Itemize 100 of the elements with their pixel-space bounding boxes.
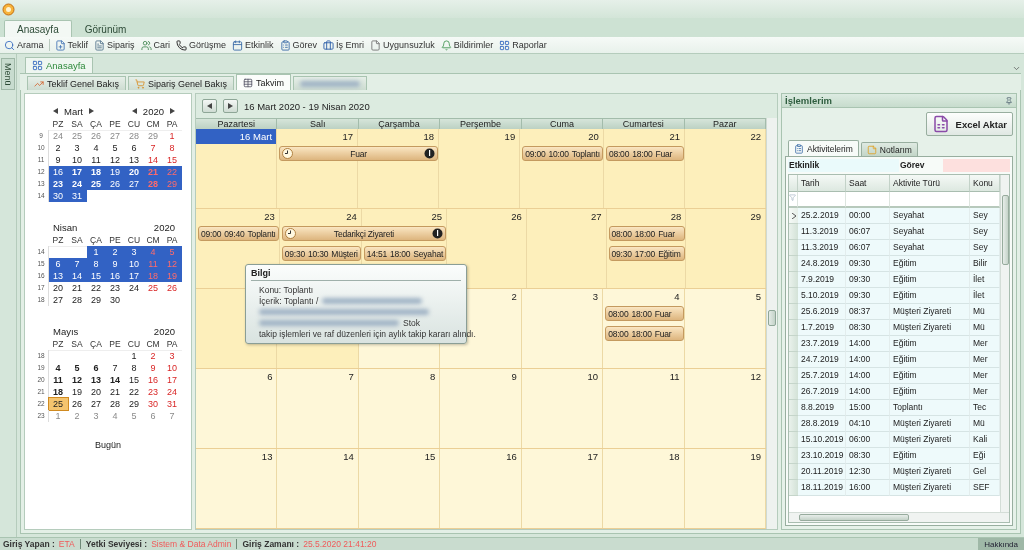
menu-tab[interactable]: Menü	[1, 58, 15, 90]
calendar-day[interactable]: 23	[143, 386, 163, 398]
calendar-day[interactable]: 6	[124, 142, 144, 154]
calendar-day[interactable]: 8	[162, 142, 182, 154]
pin-icon[interactable]	[1005, 96, 1013, 105]
right-arrow-icon[interactable]	[228, 103, 233, 109]
calendar-day[interactable]: 5	[67, 362, 87, 374]
calendar-day[interactable]: 21	[67, 282, 87, 294]
column-header[interactable]: Aktivite Türü	[890, 175, 970, 192]
view-tab[interactable]: Sipariş Genel Bakış	[128, 76, 235, 90]
dropdown-icon[interactable]	[1012, 64, 1021, 73]
calendar-day[interactable]: 19	[67, 386, 87, 398]
next-button[interactable]	[223, 99, 238, 113]
left-arrow-icon[interactable]	[207, 103, 212, 109]
calendar-day[interactable]: 22	[124, 386, 144, 398]
ribbon-tab[interactable]: Görünüm	[71, 20, 140, 37]
calendar-day[interactable]: 30	[105, 294, 125, 306]
calendar-day[interactable]: 21	[105, 386, 125, 398]
calendar-day[interactable]: 26	[67, 398, 87, 410]
calendar-day[interactable]: 14	[143, 154, 163, 166]
toolbar-button[interactable]: Uygunsuzluk	[369, 39, 436, 51]
calendar-day[interactable]: 12	[67, 374, 87, 386]
calendar-day[interactable]: 1	[48, 410, 68, 422]
calendar-event[interactable]: 08:00 18:00 Fuar	[608, 226, 686, 241]
about-button[interactable]: Hakkında	[978, 538, 1024, 550]
calendar-day[interactable]: 14	[105, 374, 125, 386]
calendar-day[interactable]: 27	[48, 294, 68, 306]
row-selector[interactable]	[789, 208, 798, 224]
calendar-day[interactable]: 6	[143, 410, 163, 422]
calendar-day[interactable]: 6	[86, 362, 106, 374]
ribbon-tab[interactable]: Anasayfa	[4, 20, 72, 37]
calendar-day[interactable]: 2	[143, 350, 163, 362]
calendar-event[interactable]: 09:00 09:40 Toplantı	[198, 226, 279, 241]
toolbar-button[interactable]: Etkinlik	[231, 39, 275, 51]
calendar-day[interactable]: 5	[105, 142, 125, 154]
calendar-event[interactable]: Fuar	[279, 146, 439, 161]
app-logo-icon[interactable]	[2, 2, 15, 16]
calendar-day[interactable]: 25	[48, 398, 68, 410]
calendar-day[interactable]: 4	[105, 410, 125, 422]
next-month-icon[interactable]	[89, 108, 94, 114]
document-tab[interactable]: Anasayfa	[25, 57, 93, 73]
calendar-day[interactable]: 11	[86, 154, 106, 166]
calendar-day[interactable]: 5	[124, 410, 144, 422]
calendar-event[interactable]: Tedarikçi Ziyareti	[281, 226, 447, 241]
column-header[interactable]: Tarih	[798, 175, 846, 192]
toolbar-button[interactable]: Raporlar	[498, 39, 548, 51]
calendar-day[interactable]: 1	[162, 130, 182, 142]
export-button[interactable]: Excel Aktar	[925, 112, 1013, 136]
previous-button[interactable]	[202, 99, 217, 113]
calendar-day[interactable]: 13	[124, 154, 144, 166]
calendar-day[interactable]: 2	[48, 142, 68, 154]
blurred-tab[interactable]	[293, 76, 368, 90]
calendar-day[interactable]: 30	[143, 398, 163, 410]
calendar-day[interactable]: 28	[124, 130, 144, 142]
calendar-day[interactable]: 24	[48, 130, 68, 142]
calendar-day[interactable]: 25	[67, 130, 87, 142]
calendar-day[interactable]: 26	[162, 282, 182, 294]
calendar-day[interactable]: 29	[86, 294, 106, 306]
calendar-day[interactable]: 7	[162, 410, 182, 422]
filter-cell[interactable]	[970, 192, 1000, 208]
calendar-event[interactable]: 08:00 18:00 Fuar	[605, 146, 684, 161]
column-header[interactable]: Saat	[846, 175, 890, 192]
calendar-day[interactable]: 13	[86, 374, 106, 386]
calendar-day[interactable]: 2	[67, 410, 87, 422]
calendar-day[interactable]: 17	[162, 374, 182, 386]
calendar-day[interactable]: 10	[67, 154, 87, 166]
calendar-day[interactable]: 3	[162, 350, 182, 362]
calendar-event[interactable]: 08:00 18:00 Fuar	[605, 306, 684, 321]
toolbar-button[interactable]: Cari	[139, 39, 172, 51]
calendar-day[interactable]: 24	[124, 282, 144, 294]
calendar-event[interactable]: 09:30 17:00 Eğitim	[608, 246, 686, 261]
calendar-day[interactable]: 20	[86, 386, 106, 398]
toolbar-button[interactable]: İş Emri	[322, 39, 366, 51]
previous-year-icon[interactable]	[131, 108, 137, 114]
toolbar-button[interactable]: Bildirimler	[439, 39, 495, 51]
calendar-day[interactable]: 18	[48, 386, 68, 398]
calendar-event[interactable]: 14:51 18:00 Seyahat	[363, 246, 447, 261]
view-tab[interactable]: Teklif Genel Bakış	[27, 76, 127, 90]
calendar-day[interactable]: 23	[105, 282, 125, 294]
filter-cell[interactable]	[798, 192, 846, 208]
calendar-day[interactable]: 4	[86, 142, 106, 154]
calendar-day[interactable]: 3	[86, 410, 106, 422]
calendar-day[interactable]: 1	[124, 350, 144, 362]
calendar-day[interactable]: 11	[48, 374, 68, 386]
calendar-day[interactable]: 22	[86, 282, 106, 294]
calendar-day[interactable]: 27	[86, 398, 106, 410]
calendar-day[interactable]: 28	[105, 398, 125, 410]
toolbar-button[interactable]: Görüşme	[175, 39, 228, 51]
calendar-day[interactable]: 29	[124, 398, 144, 410]
previous-month-icon[interactable]	[53, 108, 58, 114]
calendar-day[interactable]: 8	[124, 362, 144, 374]
toolbar-button[interactable]: Görev	[278, 39, 319, 51]
calendar-day[interactable]: 20	[48, 282, 68, 294]
calendar-day[interactable]: 3	[67, 142, 87, 154]
calendar-day[interactable]: 31	[162, 398, 182, 410]
filter-cell[interactable]	[846, 192, 890, 208]
toolbar-button[interactable]: Arama	[3, 39, 45, 51]
calendar-day[interactable]: 29	[143, 130, 163, 142]
calendar-event[interactable]: 08:00 18:00 Fuar	[605, 326, 684, 341]
calendar-day[interactable]: 4	[48, 362, 68, 374]
